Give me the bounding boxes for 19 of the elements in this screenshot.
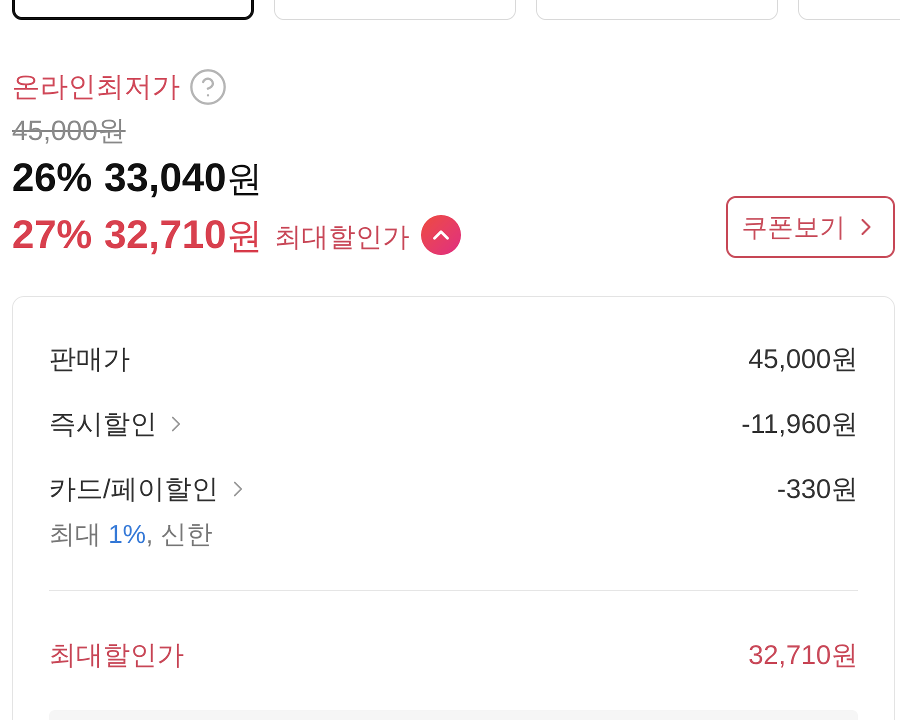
sale-price: 33,040원 bbox=[104, 154, 262, 202]
max-discount-rate: 27% bbox=[12, 212, 92, 258]
breakdown-value: 45,000원 bbox=[748, 343, 858, 376]
breakdown-value: -330원 bbox=[776, 473, 858, 506]
breakdown-value: -11,960원 bbox=[741, 408, 858, 441]
card-discount-note: 최대 1%, 신한 bbox=[49, 518, 212, 551]
total-value: 32,710원 bbox=[748, 639, 858, 672]
collapse-toggle[interactable] bbox=[421, 215, 462, 255]
max-discount-price: 32,710원 bbox=[104, 212, 262, 258]
help-icon[interactable] bbox=[188, 67, 228, 107]
breakdown-label: 카드/페이할인 bbox=[49, 473, 219, 506]
lowest-price-label: 온라인최저가 bbox=[12, 70, 180, 104]
breakdown-label: 즉시할인 bbox=[49, 408, 157, 441]
max-discount-label: 최대할인가 bbox=[274, 221, 410, 254]
total-label: 최대할인가 bbox=[49, 639, 184, 672]
coupon-button[interactable]: 쿠폰보기 bbox=[726, 196, 895, 258]
discount-rate: 26% bbox=[12, 155, 92, 201]
original-price: 45,000원 bbox=[12, 114, 126, 148]
breakdown-label: 판매가 bbox=[49, 343, 130, 376]
